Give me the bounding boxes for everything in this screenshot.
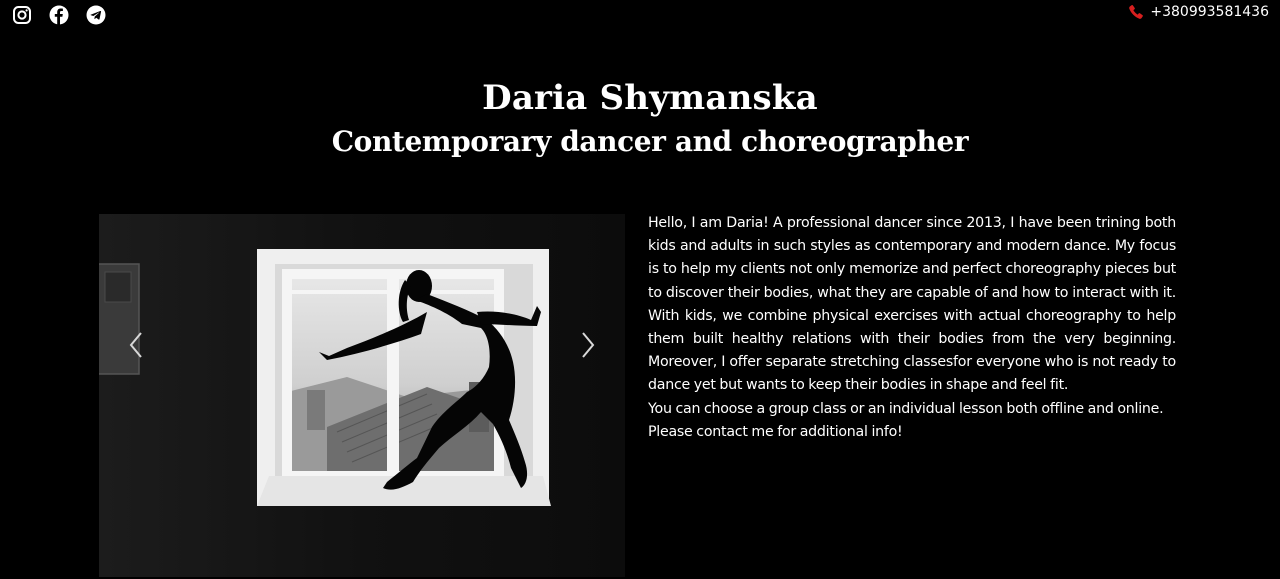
hero-heading: Daria Shymanska Contemporary dancer and … [0, 76, 1280, 162]
telegram-icon[interactable] [86, 5, 106, 25]
bio-paragraph: Hello, I am Daria! A professional dancer… [648, 215, 1176, 394]
page-subtitle: Contemporary dancer and choreographer [331, 125, 969, 158]
photo-carousel[interactable] [97, 212, 627, 579]
social-links [12, 5, 106, 25]
page-title: Daria Shymanska [482, 78, 818, 118]
phone-number[interactable]: +380993581436 [1150, 4, 1269, 20]
bio-text: Hello, I am Daria! A professional dancer… [648, 212, 1176, 444]
dancer-photo [97, 212, 627, 579]
facebook-icon[interactable] [49, 5, 69, 25]
phone-icon [1128, 4, 1144, 20]
bio-paragraph: Please contact me for additional info! [648, 423, 903, 440]
instagram-icon[interactable] [12, 5, 32, 25]
top-bar: +380993581436 [0, 0, 1280, 34]
phone-contact[interactable]: +380993581436 [1128, 4, 1269, 20]
chevron-right-icon[interactable] [567, 330, 607, 360]
chevron-left-icon[interactable] [117, 330, 157, 360]
bio-paragraph: You can choose a group class or an indiv… [648, 400, 1164, 417]
